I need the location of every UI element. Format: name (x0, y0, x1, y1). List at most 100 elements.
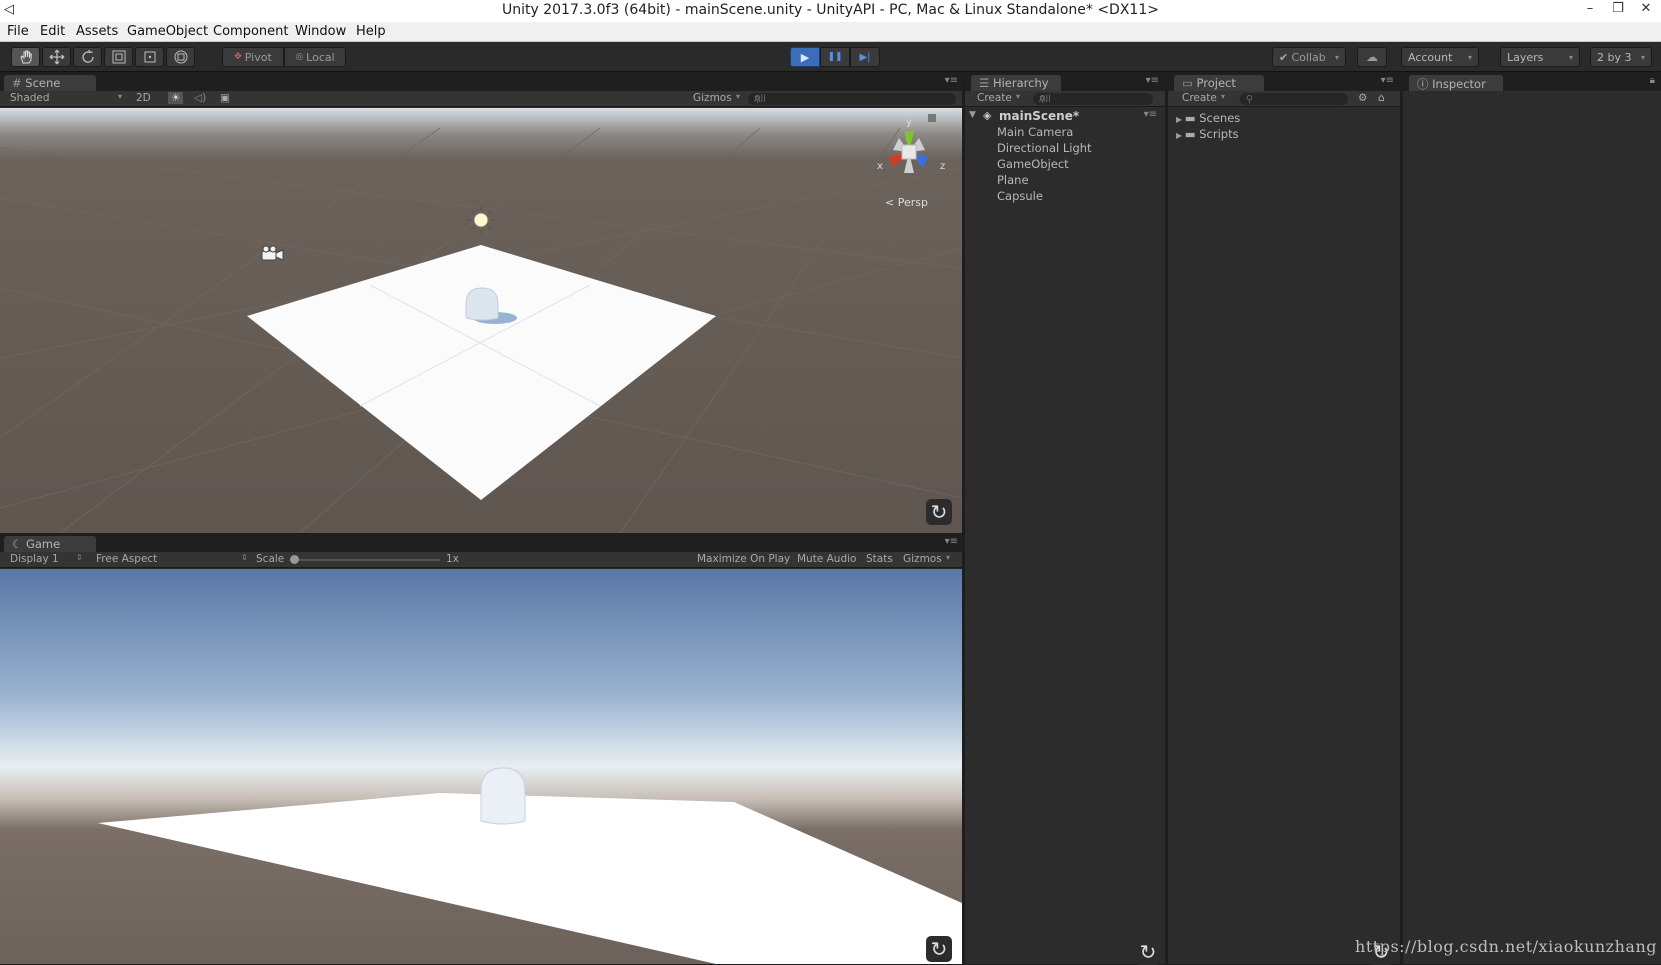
close-button[interactable]: ✕ (1634, 1, 1658, 16)
menu-bar: File Edit Assets GameObject Component Wi… (0, 22, 1661, 42)
stats-toggle[interactable]: Stats (866, 553, 893, 565)
game-gizmos-dropdown[interactable]: Gizmos (903, 553, 942, 565)
folder-icon: ▬ (1185, 111, 1200, 125)
game-tabbar: ☾ Game ▾≡ (0, 534, 962, 552)
hierarchy-item[interactable]: GameObject (997, 157, 1069, 171)
minimize-button[interactable]: – (1578, 1, 1602, 16)
play-button[interactable]: ▶ (790, 47, 820, 67)
info-icon: ⓘ (1417, 77, 1429, 91)
tab-hierarchy[interactable]: ☰ Hierarchy (971, 75, 1061, 91)
game-refresh-icon[interactable]: ↻ (926, 936, 952, 962)
hierarchy-item[interactable]: Directional Light (997, 141, 1092, 155)
lighting-toggle-icon[interactable]: ☀ (168, 92, 183, 104)
local-toggle[interactable]: ◎ Local (284, 47, 346, 67)
pause-button[interactable]: ❚❚ (820, 47, 850, 67)
scene-menu-icon[interactable]: ▾≡ (1144, 109, 1157, 120)
folder-label: Scenes (1199, 111, 1240, 125)
layers-label: Layers (1507, 51, 1543, 64)
shading-mode-dropdown[interactable]: Shaded (10, 92, 50, 104)
tab-game[interactable]: ☾ Game (4, 536, 96, 552)
project-search-input[interactable]: ⚲ (1240, 93, 1348, 105)
layers-dropdown[interactable]: Layers ▾ (1500, 47, 1580, 67)
inspector-panel: ⓘ Inspector 🔒︎ (1403, 73, 1661, 964)
hierarchy-search-placeholder: All (1039, 94, 1051, 106)
panel-menu-icon[interactable]: ▾≡ (1146, 75, 1159, 86)
expand-arrow-icon[interactable]: ▶ (1176, 131, 1185, 140)
rect-tool-button[interactable] (135, 47, 164, 67)
pause-icon: ❚❚ (827, 52, 842, 62)
scene-name: mainScene* (999, 109, 1079, 123)
collab-check-icon: ✔ (1279, 51, 1288, 64)
filter-by-type-icon[interactable]: ⚙ (1358, 92, 1367, 104)
menu-gameobject[interactable]: GameObject (127, 24, 208, 39)
scene-refresh-icon[interactable]: ↻ (926, 499, 952, 525)
move-tool-button[interactable] (42, 47, 71, 67)
menu-component[interactable]: Component (213, 24, 288, 39)
scale-value: 1x (446, 553, 459, 565)
pivot-toggle[interactable]: ✥ Pivot (222, 47, 284, 67)
hierarchy-create-dropdown[interactable]: Create (977, 92, 1012, 104)
panel-menu-icon[interactable]: ▾≡ (945, 75, 958, 86)
scene-viewport[interactable]: y x z < Persp (0, 108, 962, 533)
step-icon: ▶| (859, 52, 870, 63)
move-icon (49, 49, 65, 65)
panel-menu-icon[interactable]: ▾≡ (1381, 75, 1394, 86)
tab-project[interactable]: ▭ Project (1174, 75, 1264, 91)
collab-label: Collab (1291, 51, 1325, 64)
scene-tabbar: # Scene ▾≡ (0, 73, 962, 91)
expand-arrow-icon[interactable]: ▶ (1176, 115, 1185, 124)
capsule-object[interactable] (466, 288, 498, 320)
hierarchy-search-input[interactable]: ⚲All (1033, 93, 1153, 105)
chevron-down-icon: ▾ (1016, 92, 1020, 101)
menu-edit[interactable]: Edit (40, 24, 65, 39)
2d-toggle[interactable]: 2D (136, 92, 151, 104)
project-create-dropdown[interactable]: Create (1182, 92, 1217, 104)
menu-window[interactable]: Window (295, 24, 346, 39)
project-folder-row[interactable]: ▶ ▬ Scenes (1176, 111, 1240, 125)
transform-tool-button[interactable] (166, 47, 195, 67)
chevron-down-icon: ▾ (118, 92, 122, 101)
scale-slider[interactable] (290, 559, 440, 561)
scene-root-row[interactable]: ▼ ◈ mainScene* ▾≡ (965, 109, 1165, 125)
rotate-tool-button[interactable] (73, 47, 102, 67)
hierarchy-item[interactable]: Capsule (997, 189, 1043, 203)
scale-slider-thumb[interactable] (290, 555, 299, 564)
menu-assets[interactable]: Assets (76, 24, 118, 39)
mute-audio-toggle[interactable]: Mute Audio (797, 553, 856, 565)
cloud-button[interactable]: ☁ (1357, 47, 1387, 67)
hand-tool-button[interactable] (11, 47, 40, 67)
collab-dropdown[interactable]: ✔ Collab ▾ (1272, 47, 1346, 67)
lock-icon[interactable]: 🔒︎ (1650, 75, 1655, 86)
game-viewport[interactable] (0, 569, 962, 964)
hierarchy-refresh-icon[interactable]: ↻ (1135, 939, 1161, 965)
lock-icon[interactable] (928, 114, 936, 122)
menu-help[interactable]: Help (356, 24, 386, 39)
hierarchy-item[interactable]: Main Camera (997, 125, 1073, 139)
layout-dropdown[interactable]: 2 by 3 ▾ (1590, 47, 1652, 67)
window-title: Unity 2017.3.0f3 (64bit) - mainScene.uni… (0, 2, 1661, 18)
project-tabbar: ▭ Project ▾≡ (1168, 73, 1400, 91)
filter-by-label-icon[interactable]: ⌂ (1378, 92, 1385, 104)
display-dropdown[interactable]: Display 1 (10, 553, 59, 565)
tab-inspector[interactable]: ⓘ Inspector (1409, 75, 1503, 91)
scale-tool-button[interactable] (104, 47, 133, 67)
effects-toggle-icon[interactable]: ▣ (220, 92, 230, 104)
maximize-on-play-toggle[interactable]: Maximize On Play (697, 553, 790, 565)
persp-label[interactable]: < Persp (885, 196, 928, 209)
inspector-tab-label: Inspector (1432, 77, 1486, 91)
gizmos-dropdown[interactable]: Gizmos (693, 92, 732, 104)
menu-file[interactable]: File (7, 24, 29, 39)
hierarchy-item[interactable]: Plane (997, 173, 1029, 187)
scene-search-input[interactable]: ⚲All (748, 93, 956, 105)
step-button[interactable]: ▶| (850, 47, 880, 67)
tab-scene[interactable]: # Scene (4, 75, 96, 91)
expand-arrow-icon[interactable]: ▼ (969, 110, 976, 120)
project-folder-row[interactable]: ▶ ▬ Scripts (1176, 127, 1239, 141)
local-label: Local (306, 51, 335, 64)
hierarchy-tabbar: ☰ Hierarchy ▾≡ (965, 73, 1165, 91)
restore-button[interactable]: ❐ (1606, 1, 1630, 16)
audio-toggle-icon[interactable]: ◁) (194, 92, 206, 104)
aspect-dropdown[interactable]: Free Aspect (96, 553, 157, 565)
account-dropdown[interactable]: Account ▾ (1401, 47, 1479, 67)
panel-menu-icon[interactable]: ▾≡ (945, 536, 958, 547)
